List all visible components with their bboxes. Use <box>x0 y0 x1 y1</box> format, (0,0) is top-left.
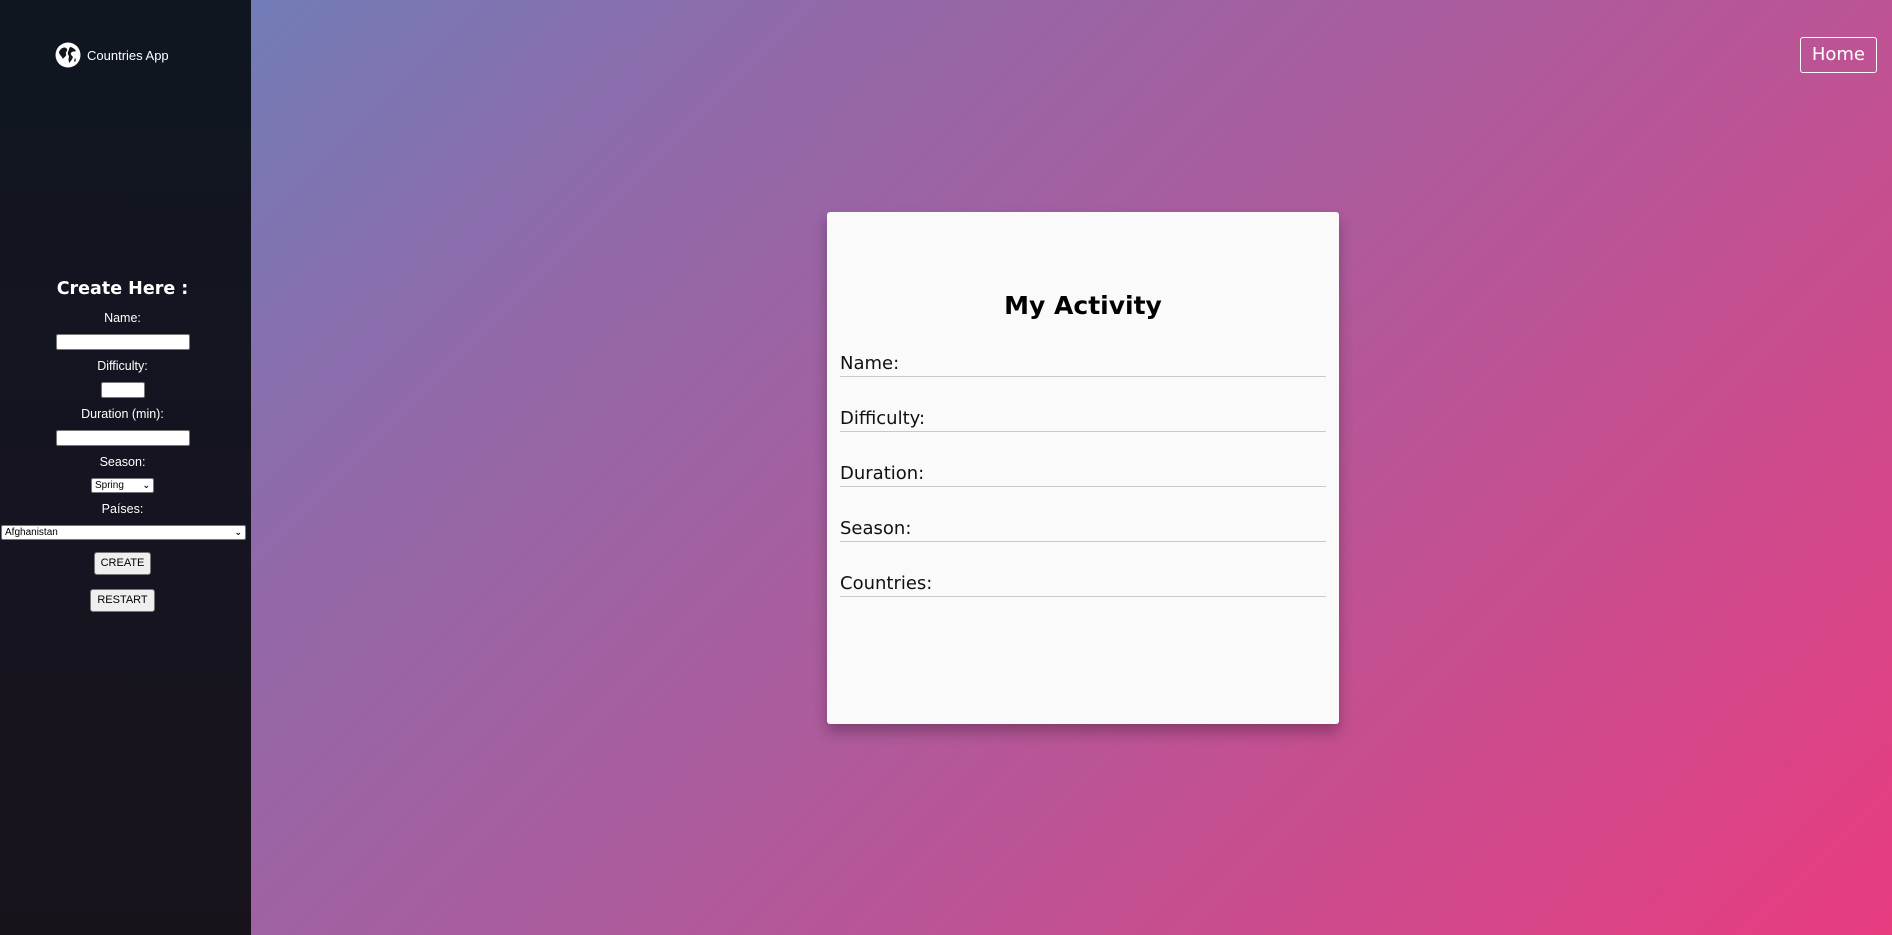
countries-label: Países: <box>101 502 144 516</box>
difficulty-input[interactable] <box>100 382 145 398</box>
countries-selected-value: Afghanistan <box>5 527 58 538</box>
card-duration-row: Duration: <box>840 462 1326 487</box>
difficulty-label: Difficulty: <box>97 359 148 373</box>
name-input[interactable] <box>55 334 190 350</box>
card-title: My Activity <box>1004 291 1162 320</box>
sidebar: Countries App Create Here : Name: Diffic… <box>0 0 251 935</box>
card-season-row: Season: <box>840 517 1326 542</box>
create-button[interactable]: CREATE <box>93 552 152 575</box>
app-name: Countries App <box>87 47 169 63</box>
duration-label: Duration (min): <box>81 407 164 421</box>
season-select[interactable]: Spring ⌄ <box>91 478 154 493</box>
name-label: Name: <box>104 311 141 325</box>
card-countries-row: Countries: <box>840 572 1326 597</box>
create-activity-form: Create Here : Name: Difficulty: Duration… <box>0 276 246 612</box>
app-logo[interactable]: Countries App <box>55 42 169 68</box>
activity-preview-card: My Activity Name: Difficulty: Duration: … <box>827 212 1339 724</box>
card-difficulty-row: Difficulty: <box>840 407 1326 432</box>
restart-button[interactable]: RESTART <box>90 589 155 612</box>
card-name-row: Name: <box>840 352 1326 377</box>
home-button[interactable]: Home <box>1799 37 1877 73</box>
duration-input[interactable] <box>55 430 190 446</box>
chevron-down-icon: ⌄ <box>142 480 150 490</box>
chevron-down-icon: ⌄ <box>234 527 242 537</box>
season-selected-value: Spring <box>95 480 124 491</box>
countries-select[interactable]: Afghanistan ⌄ <box>1 525 246 540</box>
form-title: Create Here : <box>56 279 189 299</box>
globe-icon <box>55 42 81 68</box>
season-label: Season: <box>99 455 146 469</box>
